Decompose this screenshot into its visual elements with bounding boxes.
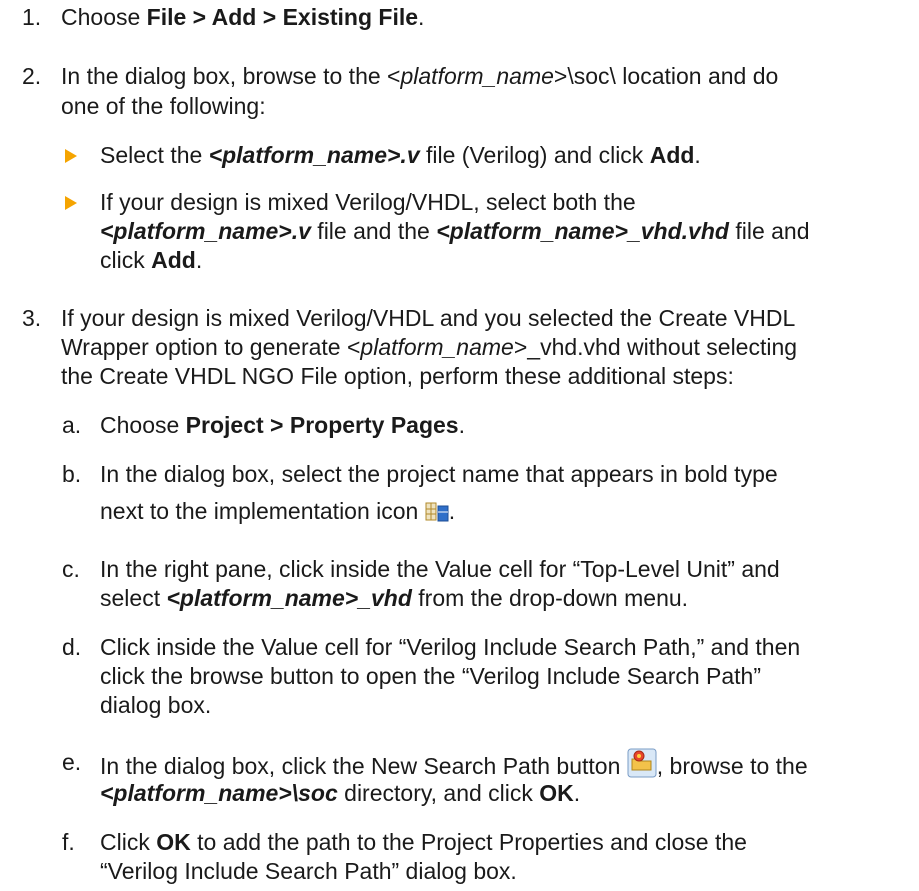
substep-f-line-2: “Verilog Include Search Path” dialog box… <box>100 858 517 884</box>
substep-e-line-2: <platform_name>\soc directory, and click… <box>100 780 581 806</box>
step-1-text: Choose File > Add > Existing File. <box>61 4 425 30</box>
substep-c-line-2: select <platform_name>_vhd from the drop… <box>100 585 689 611</box>
substep-d-line-3: dialog box. <box>100 692 212 718</box>
bullet-arrow-icon <box>65 149 77 163</box>
implementation-icon <box>425 501 449 529</box>
substep-e-letter: e. <box>62 749 82 775</box>
step-2-line-1: In the dialog box, browse to the <platfo… <box>61 63 779 89</box>
step-2-number: 2. <box>22 63 42 89</box>
substep-b-letter: b. <box>62 461 82 487</box>
step-2-bullet-1: Select the <platform_name>.v file (Veril… <box>100 142 701 168</box>
step-3-line-2: Wrapper option to generate <platform_nam… <box>61 334 798 360</box>
substep-d-line-1: Click inside the Value cell for “Verilog… <box>100 634 801 660</box>
substep-a-letter: a. <box>62 412 82 438</box>
bullet-arrow-icon <box>65 196 77 210</box>
new-search-path-icon <box>627 748 657 784</box>
step-3-line-1: If your design is mixed Verilog/VHDL and… <box>61 305 796 331</box>
step-2-bullet-2-line-3: click Add. <box>100 247 203 273</box>
step-3-line-3: the Create VHDL NGO File option, perform… <box>61 363 734 389</box>
substep-d-letter: d. <box>62 634 82 660</box>
substep-c-letter: c. <box>62 556 80 582</box>
substep-d-line-2: click the browse button to open the “Ver… <box>100 663 762 689</box>
step-2-bullet-2-line-2: <platform_name>.v file and the <platform… <box>100 218 810 244</box>
step-3-number: 3. <box>22 305 42 331</box>
substep-f-letter: f. <box>62 829 75 855</box>
substep-f-line-1: Click OK to add the path to the Project … <box>100 829 747 855</box>
substep-c-line-1: In the right pane, click inside the Valu… <box>100 556 780 582</box>
step-1-number: 1. <box>22 4 42 30</box>
step-2-line-2: one of the following: <box>61 93 266 119</box>
substep-b-line-2: next to the implementation icon . <box>100 497 455 529</box>
step-2-bullet-2-line-1: If your design is mixed Verilog/VHDL, se… <box>100 189 636 215</box>
substep-b-line-1: In the dialog box, select the project na… <box>100 461 778 487</box>
menu-path: File > Add > Existing File <box>146 4 419 30</box>
substep-a-text: Choose Project > Property Pages. <box>100 412 465 438</box>
